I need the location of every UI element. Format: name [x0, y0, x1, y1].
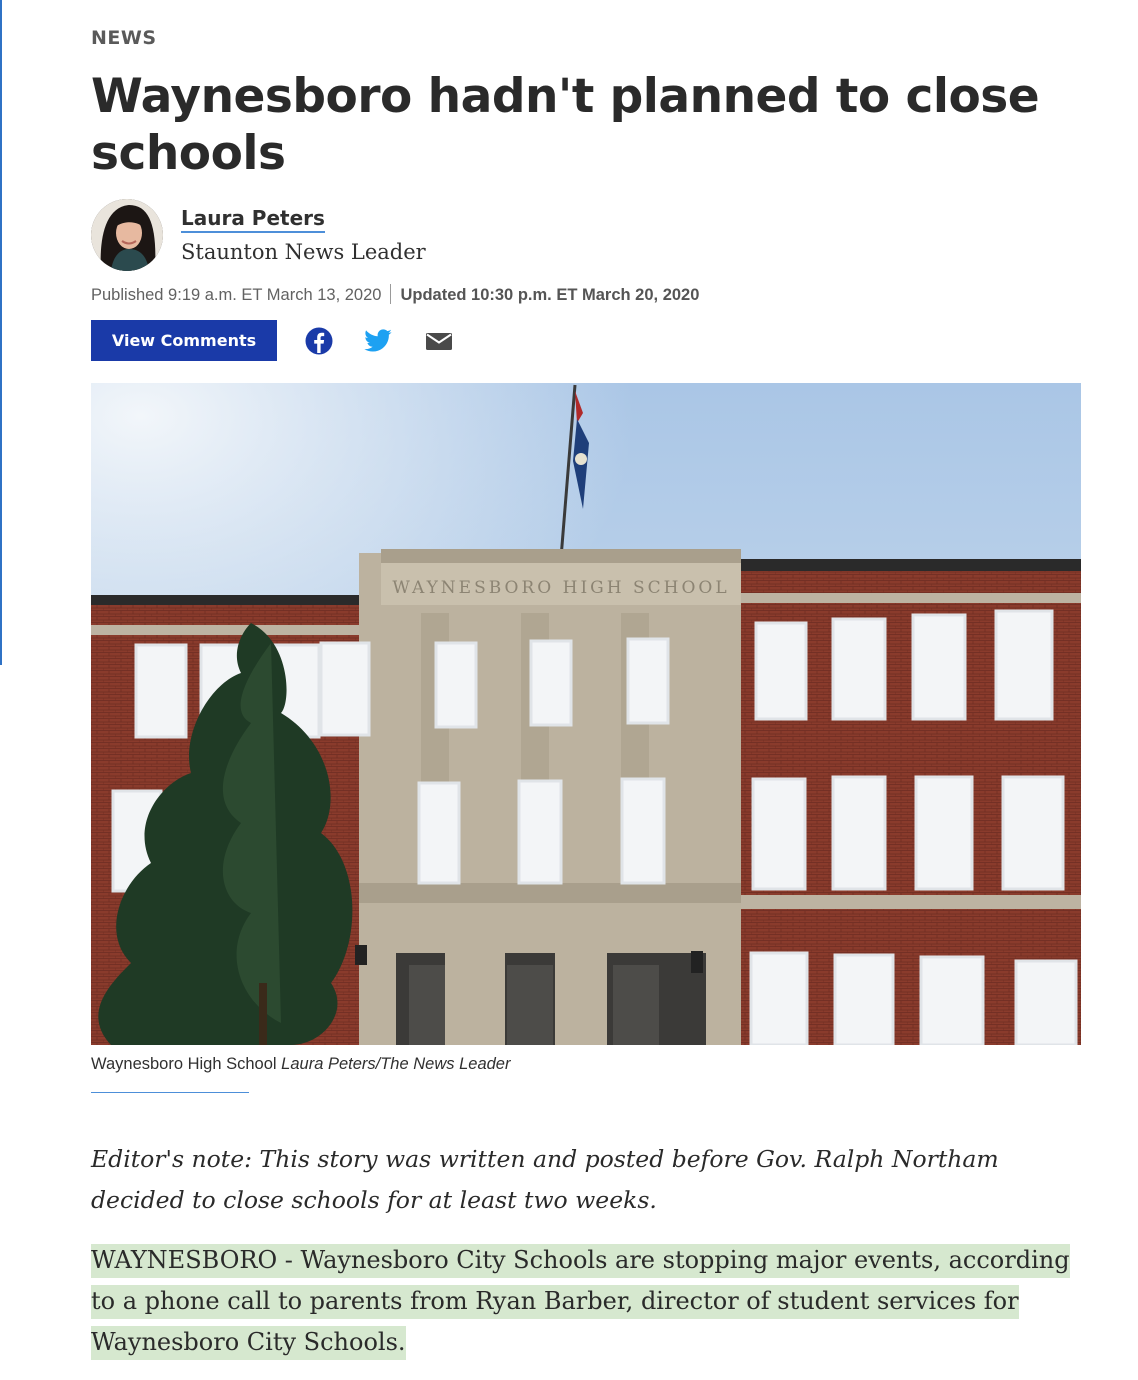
editor-note: Editor's note: This story was written an… — [91, 1145, 999, 1214]
article-actions: View Comments — [91, 320, 591, 361]
highlighted-lede-text[interactable]: WAYNESBORO - Waynesboro City Schools are… — [91, 1244, 1070, 1360]
photo-credit: Laura Peters/The News Leader — [281, 1055, 511, 1073]
dateline: Published 9:19 a.m. ET March 13, 2020 Upd… — [91, 284, 699, 305]
email-icon[interactable] — [424, 326, 454, 356]
updated-date: Updated 10:30 p.m. ET March 20, 2020 — [400, 286, 700, 304]
author-organization: Staunton News Leader — [181, 240, 426, 264]
photo-caption: Waynesboro High School Laura Peters/The … — [91, 1055, 510, 1074]
view-comments-button[interactable]: View Comments — [91, 320, 277, 361]
hero-photo[interactable]: WAYNESBORO HIGH SCHOOL — [91, 383, 1081, 1045]
twitter-icon[interactable] — [363, 326, 393, 356]
school-building-photo: WAYNESBORO HIGH SCHOOL — [91, 383, 1081, 1045]
left-accent-rule — [0, 0, 2, 665]
headline: Waynesboro hadn't planned to close schoo… — [91, 69, 1040, 181]
building-inscription: WAYNESBORO HIGH SCHOOL — [392, 578, 729, 598]
author-name-link[interactable]: Laura Peters — [181, 206, 325, 233]
lede-paragraph: WAYNESBORO - Waynesboro City Schools are… — [91, 1240, 1081, 1363]
published-date: Published 9:19 a.m. ET March 13, 2020 — [91, 286, 382, 304]
caption-divider — [91, 1092, 249, 1093]
dateline-separator — [390, 284, 392, 304]
section-label[interactable]: NEWS — [91, 27, 157, 49]
facebook-icon[interactable] — [304, 326, 334, 356]
caption-text: Waynesboro High School — [91, 1055, 277, 1073]
author-avatar[interactable] — [91, 199, 163, 271]
byline: Laura Peters Staunton News Leader — [91, 199, 791, 273]
